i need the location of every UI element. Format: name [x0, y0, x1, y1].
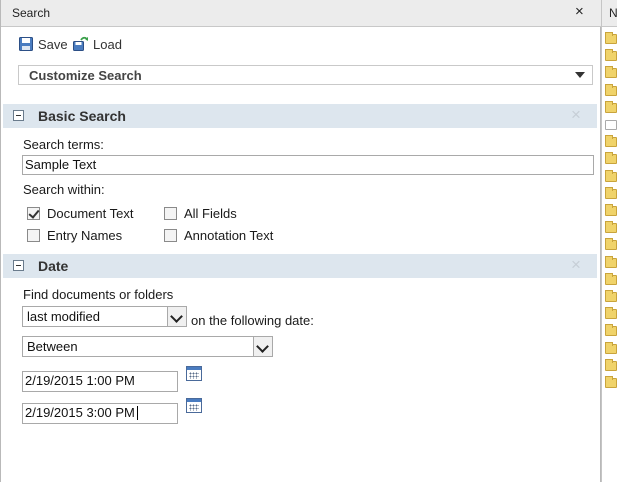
checkbox-checked: [27, 207, 40, 220]
calendar-icon[interactable]: [186, 366, 202, 381]
following-date-label: on the following date:: [191, 313, 314, 328]
save-icon: [19, 37, 33, 51]
folder-icon[interactable]: [605, 273, 617, 285]
chevron-down-icon: [167, 307, 186, 326]
search-within-label: Search within:: [23, 182, 105, 197]
load-button[interactable]: Load: [72, 36, 122, 52]
folder-icon[interactable]: [605, 187, 617, 199]
document-icon[interactable]: [605, 120, 617, 130]
date-operator-value: Between: [27, 339, 78, 354]
folder-icon[interactable]: [605, 359, 617, 371]
find-documents-label: Find documents or folders: [23, 287, 174, 302]
document-text-label: Document Text: [47, 206, 134, 221]
folder-icon[interactable]: [605, 307, 617, 319]
results-header: N: [602, 0, 617, 27]
date-header: Date ×: [3, 254, 597, 278]
start-date-input[interactable]: 2/19/2015 1:00 PM: [22, 371, 178, 392]
folder-icon[interactable]: [605, 49, 617, 61]
folder-icon[interactable]: [605, 290, 617, 302]
checkbox-unchecked: [164, 229, 177, 242]
panel-title: Search: [12, 6, 51, 20]
document-text-checkbox[interactable]: Document Text: [27, 206, 133, 221]
folder-icon[interactable]: [605, 135, 617, 147]
date-operator-select[interactable]: Between: [22, 336, 273, 357]
all-fields-label: All Fields: [184, 206, 237, 221]
date-title: Date: [38, 258, 69, 274]
folder-icon[interactable]: [605, 221, 617, 233]
text-caret: [137, 406, 138, 420]
entry-names-checkbox[interactable]: Entry Names: [27, 228, 122, 243]
basic-search-header: Basic Search ×: [3, 104, 597, 128]
folder-icon[interactable]: [605, 32, 617, 44]
end-date-input[interactable]: 2/19/2015 3:00 PM: [22, 403, 178, 424]
folder-icon[interactable]: [605, 66, 617, 78]
annotation-text-checkbox[interactable]: Annotation Text: [164, 228, 273, 243]
all-fields-checkbox[interactable]: All Fields: [164, 206, 237, 221]
chevron-down-icon: [575, 72, 585, 78]
folder-icon[interactable]: [605, 170, 617, 182]
search-panel: Search × Save Load Customize Search Basi…: [0, 0, 602, 482]
load-icon: [73, 36, 88, 51]
date-field-select[interactable]: last modified: [22, 306, 187, 327]
folder-icon[interactable]: [605, 376, 617, 388]
annotation-text-label: Annotation Text: [184, 228, 274, 243]
results-column-header[interactable]: N: [609, 6, 617, 20]
customize-search-value: Customize Search: [29, 68, 142, 83]
folder-icon[interactable]: [605, 342, 617, 354]
panel-close-button[interactable]: ×: [575, 3, 584, 20]
date-field-value: last modified: [27, 309, 100, 324]
folder-icon[interactable]: [605, 84, 617, 96]
folder-icon[interactable]: [605, 238, 617, 250]
checkbox-unchecked: [164, 207, 177, 220]
search-terms-label: Search terms:: [23, 137, 104, 152]
load-label: Load: [93, 36, 122, 52]
customize-search-dropdown[interactable]: Customize Search: [18, 65, 593, 85]
chevron-down-icon: [253, 337, 272, 356]
folder-icon[interactable]: [605, 324, 617, 336]
remove-date-button[interactable]: ×: [571, 255, 581, 275]
checkbox-unchecked: [27, 229, 40, 242]
search-terms-input[interactable]: Sample Text: [22, 155, 594, 175]
basic-search-title: Basic Search: [38, 108, 126, 124]
folder-icon[interactable]: [605, 152, 617, 164]
folder-icon[interactable]: [605, 256, 617, 268]
folder-icon[interactable]: [605, 204, 617, 216]
panel-titlebar: Search ×: [1, 0, 602, 27]
entry-names-label: Entry Names: [47, 228, 123, 243]
collapse-icon[interactable]: [13, 110, 24, 121]
collapse-icon[interactable]: [13, 260, 24, 271]
calendar-icon[interactable]: [186, 398, 202, 413]
save-label: Save: [38, 36, 68, 52]
save-button[interactable]: Save: [18, 36, 68, 52]
remove-basic-search-button[interactable]: ×: [571, 105, 581, 125]
folder-icon[interactable]: [605, 101, 617, 113]
